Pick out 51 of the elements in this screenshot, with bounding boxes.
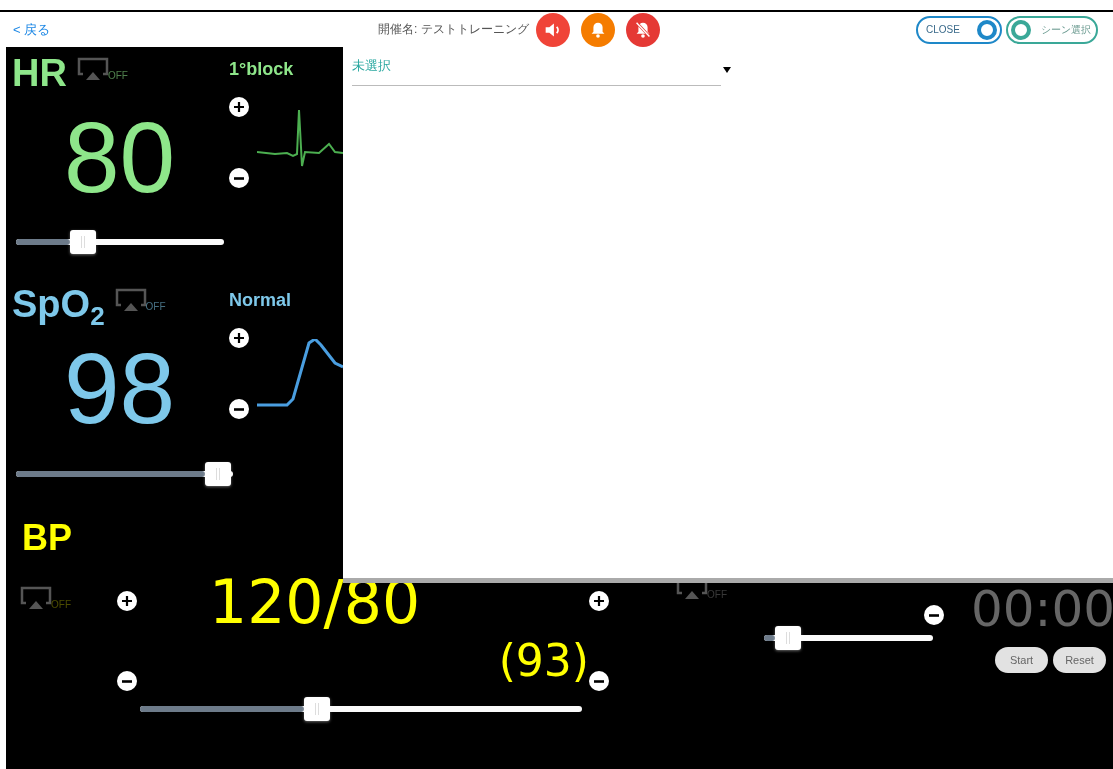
timer-button[interactable]: Start [995, 647, 1048, 673]
slider-fill [16, 239, 70, 245]
slider-handle[interactable] [69, 230, 96, 254]
rhythm-status: Normal [229, 290, 292, 312]
plus-icon [594, 596, 604, 606]
slider-fill [764, 635, 775, 641]
minus-button[interactable] [589, 671, 609, 691]
scene-dropdown[interactable]: 未選択 [352, 57, 721, 86]
minus-button[interactable] [229, 168, 249, 188]
timer-display: 00:00 [970, 584, 1113, 634]
minus-icon [594, 679, 604, 683]
rhythm-status: 1°block [229, 59, 295, 81]
dropdown-caret-icon [723, 67, 731, 73]
plus-button[interactable] [117, 591, 137, 611]
plus-button[interactable] [589, 591, 609, 611]
off-label: OFF [51, 599, 71, 610]
vital-label: BP [22, 518, 73, 558]
plus-icon [122, 596, 132, 606]
screen-cast-icon [76, 57, 109, 81]
bell-slash-button[interactable] [625, 12, 660, 47]
off-label: OFF [707, 589, 727, 600]
plus-button[interactable] [229, 97, 249, 117]
minus-icon [122, 679, 132, 683]
vital-label: HR [12, 53, 67, 93]
toggle-switch[interactable]: シーン選択 [1006, 15, 1098, 44]
timer-button[interactable]: Reset [1053, 647, 1106, 673]
speaker-button[interactable] [535, 12, 570, 47]
toggle-switch[interactable]: CLOSE [916, 15, 1002, 44]
minus-icon [929, 613, 939, 617]
minus-button[interactable] [229, 399, 249, 419]
mean-pressure-value: (93) [498, 636, 589, 686]
bell-button[interactable] [580, 12, 615, 47]
plus-button[interactable] [229, 328, 249, 348]
minus-button[interactable] [924, 605, 944, 625]
off-label: OFF [107, 70, 128, 81]
back-link[interactable]: < 戻る [8, 20, 378, 39]
minus-icon [234, 176, 244, 180]
off-label: OFF [145, 301, 166, 312]
slider-handle[interactable] [204, 462, 231, 486]
slider-handle[interactable] [303, 697, 330, 721]
minus-icon [234, 407, 244, 411]
minus-button[interactable] [117, 671, 137, 691]
screen-cast-icon [20, 586, 52, 610]
slider-handle[interactable] [774, 626, 801, 650]
event-name: 開催名: テストトレーニング [378, 21, 529, 38]
plus-icon [234, 333, 244, 343]
vital-value: 98 [62, 338, 177, 446]
plus-icon [234, 102, 244, 112]
vital-value: 80 [62, 107, 177, 215]
screen-cast-icon [114, 288, 147, 312]
vital-label: SpO$_{2}$ [12, 284, 105, 324]
